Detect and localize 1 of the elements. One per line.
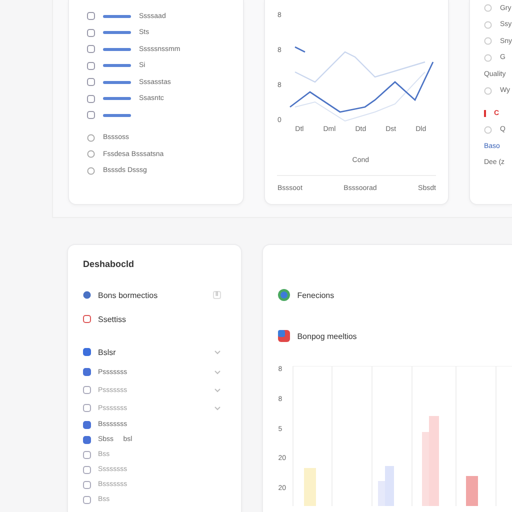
nav-title: Deshabocld [83,259,136,269]
